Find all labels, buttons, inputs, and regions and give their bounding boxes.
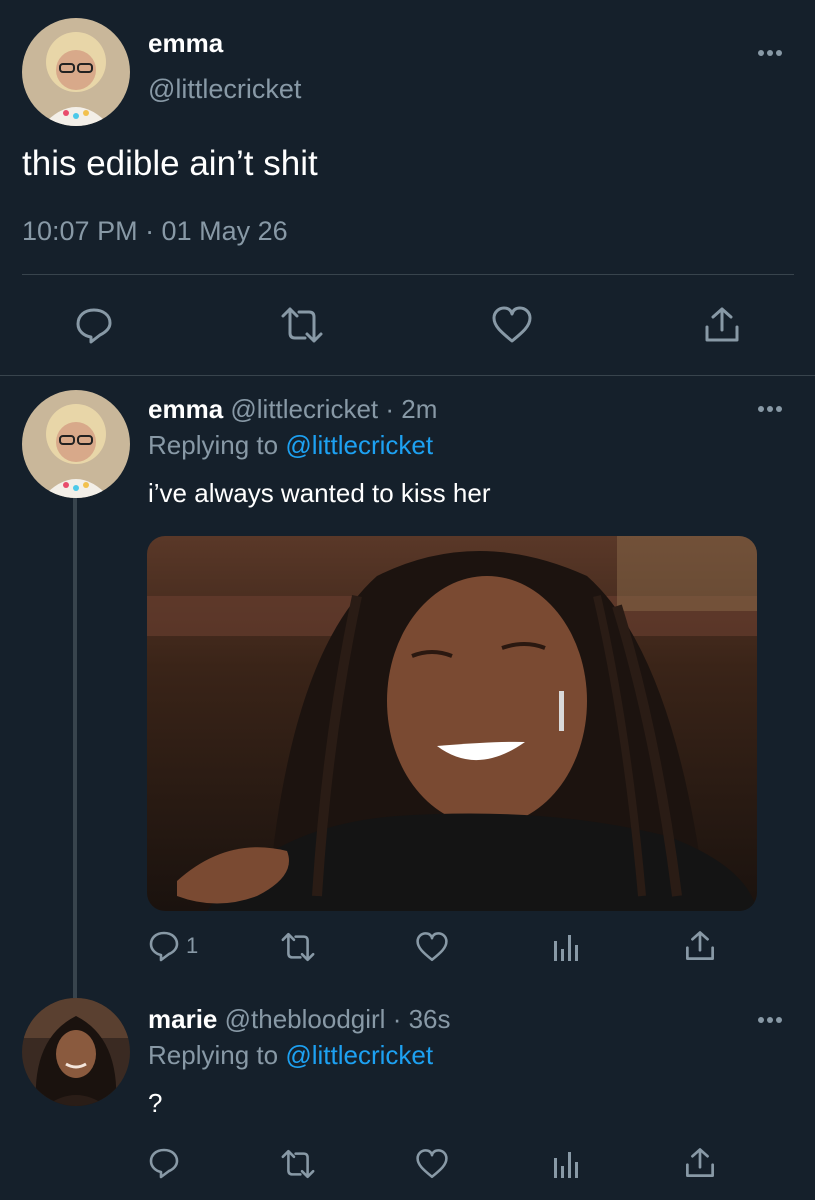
like-icon[interactable] — [491, 305, 533, 345]
divider — [22, 274, 794, 275]
share-icon[interactable] — [684, 1146, 716, 1180]
author-name[interactable]: marie — [148, 1004, 217, 1034]
photo-woman-laughing — [147, 536, 757, 911]
retweet-icon[interactable] — [280, 1148, 316, 1180]
more-options-icon[interactable] — [756, 402, 784, 414]
replying-to: Replying to @littlecricket — [148, 1040, 433, 1071]
reply-header: emma @littlecricket · 2m — [148, 394, 437, 425]
retweet-icon[interactable] — [280, 931, 316, 963]
replying-to-label: Replying to — [148, 1040, 279, 1070]
like-icon[interactable] — [415, 931, 449, 963]
share-icon[interactable] — [703, 305, 741, 345]
tweet-text: this edible ain’t shit — [22, 144, 318, 183]
avatar[interactable] — [22, 998, 130, 1106]
retweet-icon[interactable] — [280, 305, 324, 345]
divider — [0, 375, 815, 376]
analytics-icon[interactable] — [552, 931, 582, 963]
tweet-timestamp[interactable]: 10:07 PM · 01 May 26 — [22, 216, 288, 247]
reply-icon[interactable] — [74, 305, 114, 345]
like-icon[interactable] — [415, 1148, 449, 1180]
tweet-media-image[interactable] — [147, 536, 757, 911]
tweet-text: i’ve always wanted to kiss her — [148, 478, 491, 508]
author-name[interactable]: emma — [148, 394, 223, 424]
more-options-icon[interactable] — [756, 46, 784, 58]
author-handle[interactable]: @littlecricket — [230, 394, 378, 424]
replying-to-label: Replying to — [148, 430, 279, 460]
reply-count: 1 — [186, 933, 199, 958]
thread-line — [73, 498, 77, 998]
share-icon[interactable] — [684, 929, 716, 963]
replying-to-link[interactable]: @littlecricket — [285, 1040, 433, 1070]
reply-header: marie @thebloodgirl · 36s — [148, 1004, 451, 1035]
time-ago[interactable]: · 2m — [385, 394, 437, 424]
avatar[interactable] — [22, 18, 130, 126]
author-name[interactable]: emma — [148, 28, 223, 59]
author-handle[interactable]: @littlecricket — [148, 74, 301, 105]
reply-icon[interactable] — [148, 929, 180, 963]
time-ago[interactable]: · 36s — [393, 1004, 451, 1034]
replying-to-link[interactable]: @littlecricket — [285, 430, 433, 460]
analytics-icon[interactable] — [552, 1148, 582, 1180]
replying-to: Replying to @littlecricket — [148, 430, 433, 461]
more-options-icon[interactable] — [756, 1013, 784, 1025]
avatar[interactable] — [22, 390, 130, 498]
tweet-text: ? — [148, 1088, 163, 1118]
author-handle[interactable]: @thebloodgirl — [225, 1004, 386, 1034]
reply-icon[interactable] — [148, 1146, 180, 1180]
